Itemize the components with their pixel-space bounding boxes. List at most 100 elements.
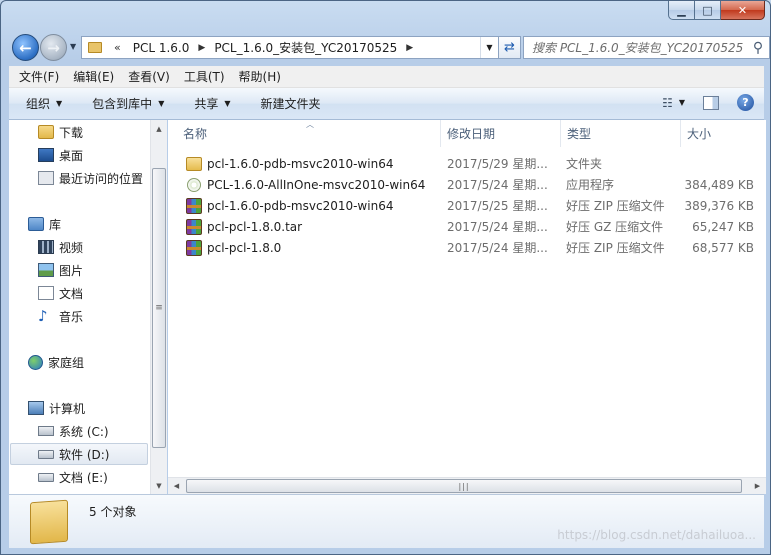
nav-item-libraries[interactable]: 库 bbox=[28, 213, 61, 235]
share-button[interactable]: 共享 ▼ bbox=[174, 95, 240, 112]
forward-button[interactable]: → bbox=[40, 34, 67, 61]
scroll-up-arrow-icon[interactable]: ▲ bbox=[151, 120, 167, 137]
nav-item-drive-c[interactable]: 系统 (C:) bbox=[38, 420, 109, 442]
nav-item-label: 库 bbox=[49, 217, 62, 232]
file-date: 2017/5/29 星期... bbox=[447, 157, 548, 171]
breadcrumb-item[interactable]: PCL_1.6.0_安装包_YC20170525 bbox=[210, 39, 401, 56]
nav-item-label: 软件 (D:) bbox=[59, 447, 110, 462]
change-view-icon[interactable]: ☷ bbox=[662, 96, 673, 110]
column-header-size[interactable]: 大小 bbox=[681, 120, 766, 147]
nav-item-label: 计算机 bbox=[49, 401, 86, 416]
file-name: pcl-pcl-1.8.0 bbox=[207, 240, 282, 255]
drive-icon bbox=[38, 449, 54, 459]
menu-file[interactable]: 文件(F) bbox=[12, 68, 66, 85]
search-input[interactable]: 搜索 PCL_1.6.0_安装包_YC20170525 bbox=[524, 39, 747, 56]
column-header-type[interactable]: 类型 bbox=[561, 120, 681, 147]
breadcrumb-overflow[interactable]: « bbox=[106, 41, 129, 54]
videos-icon bbox=[38, 240, 54, 254]
table-row[interactable]: pcl-pcl-1.8.0.tar 2017/5/24 星期... 好压 GZ … bbox=[168, 216, 766, 237]
table-row[interactable]: pcl-1.6.0-pdb-msvc2010-win64 2017/5/29 星… bbox=[168, 153, 766, 174]
new-folder-button[interactable]: 新建文件夹 bbox=[241, 95, 331, 112]
nav-item-recent-places[interactable]: 最近访问的位置 bbox=[38, 167, 143, 189]
nav-item-label: 桌面 bbox=[59, 148, 84, 163]
include-in-library-button[interactable]: 包含到库中 ▼ bbox=[72, 95, 174, 112]
maximize-button[interactable]: □ bbox=[695, 1, 721, 20]
navigation-row: ← → ▼ « PCL 1.6.0 ▶ PCL_1.6.0_安装包_YC2017… bbox=[9, 30, 770, 62]
search-icon[interactable]: ⚲ bbox=[747, 40, 769, 56]
nav-item-drive-d[interactable]: 软件 (D:) bbox=[10, 443, 148, 465]
homegroup-icon bbox=[28, 354, 43, 370]
system-drive-icon bbox=[38, 426, 54, 436]
back-button[interactable]: ← bbox=[12, 34, 39, 61]
nav-item-computer[interactable]: 计算机 bbox=[28, 397, 85, 419]
column-header-name[interactable]: 名称 bbox=[177, 120, 441, 147]
close-button[interactable]: ✕ bbox=[721, 1, 765, 20]
nav-item-label: 图片 bbox=[59, 263, 84, 278]
scrollbar-thumb[interactable]: ||| bbox=[186, 479, 742, 493]
column-header-date[interactable]: 修改日期 bbox=[441, 120, 561, 147]
table-row[interactable]: pcl-pcl-1.8.0 2017/5/24 星期... 好压 ZIP 压缩文… bbox=[168, 237, 766, 258]
address-bar[interactable]: « PCL 1.6.0 ▶ PCL_1.6.0_安装包_YC20170525 ▶… bbox=[81, 36, 521, 59]
organize-label: 组织 bbox=[26, 97, 51, 111]
chevron-down-icon: ▼ bbox=[224, 99, 231, 108]
menu-edit[interactable]: 编辑(E) bbox=[66, 68, 121, 85]
menu-help[interactable]: 帮助(H) bbox=[232, 68, 288, 85]
nav-item-pictures[interactable]: 图片 bbox=[38, 259, 83, 281]
computer-icon bbox=[28, 401, 44, 415]
forward-arrow-icon: → bbox=[47, 38, 60, 57]
minimize-button[interactable]: ▁ bbox=[668, 1, 695, 20]
nav-item-music[interactable]: ♪ 音乐 bbox=[38, 305, 83, 327]
table-row[interactable]: PCL-1.6.0-AllInOne-msvc2010-win64 2017/5… bbox=[168, 174, 766, 195]
file-size: 384,489 KB bbox=[684, 177, 754, 192]
breadcrumb-arrow-icon[interactable]: ▶ bbox=[193, 43, 210, 53]
organize-button[interactable]: 组织 ▼ bbox=[9, 95, 72, 112]
folder-icon bbox=[30, 499, 68, 545]
address-history-dropdown[interactable]: ▼ bbox=[480, 37, 498, 58]
preview-pane-icon[interactable] bbox=[703, 95, 719, 110]
documents-icon bbox=[38, 286, 54, 300]
menu-tools[interactable]: 工具(T) bbox=[177, 68, 232, 85]
recent-places-icon bbox=[38, 171, 54, 185]
archive-icon bbox=[186, 197, 202, 214]
scroll-right-arrow-icon[interactable]: ▶ bbox=[749, 478, 766, 494]
file-name-cell: PCL-1.6.0-AllInOne-msvc2010-win64 bbox=[186, 174, 440, 195]
scroll-down-arrow-icon[interactable]: ▼ bbox=[151, 477, 167, 494]
scrollbar-thumb[interactable]: ≡ bbox=[152, 168, 166, 448]
file-name-cell: pcl-1.6.0-pdb-msvc2010-win64 bbox=[186, 153, 440, 174]
file-name-cell: pcl-pcl-1.8.0 bbox=[186, 237, 440, 258]
search-box[interactable]: 搜索 PCL_1.6.0_安装包_YC20170525 ⚲ bbox=[523, 36, 770, 59]
view-controls: ☷ ▼ ? bbox=[662, 94, 754, 111]
include-library-label: 包含到库中 bbox=[92, 97, 153, 111]
archive-icon bbox=[186, 239, 202, 256]
nav-item-downloads[interactable]: 下载 bbox=[38, 121, 83, 143]
file-size: 65,247 KB bbox=[692, 219, 754, 234]
explorer-window: ▁ □ ✕ ← → ▼ « PCL 1.6.0 ▶ PCL_1.6.0_安装包_… bbox=[0, 0, 771, 555]
file-date: 2017/5/25 星期... bbox=[447, 199, 548, 213]
breadcrumb-item[interactable]: PCL 1.6.0 bbox=[129, 41, 194, 55]
file-list-horizontal-scrollbar[interactable]: ◀ ||| ▶ bbox=[168, 477, 766, 494]
menu-bar: 文件(F) 编辑(E) 查看(V) 工具(T) 帮助(H) bbox=[9, 66, 764, 88]
nav-item-documents[interactable]: 文档 bbox=[38, 282, 83, 304]
address-controls: ▼ ⇄ bbox=[480, 37, 520, 58]
nav-item-label: 音乐 bbox=[59, 309, 84, 324]
table-row[interactable]: pcl-1.6.0-pdb-msvc2010-win64 2017/5/25 星… bbox=[168, 195, 766, 216]
scroll-left-arrow-icon[interactable]: ◀ bbox=[168, 478, 185, 494]
nav-item-videos[interactable]: 视频 bbox=[38, 236, 83, 258]
navigation-pane-scrollbar[interactable]: ▲ ≡ ▼ bbox=[150, 120, 167, 494]
chevron-down-icon: ▼ bbox=[158, 99, 165, 108]
view-options-dropdown[interactable]: ▼ bbox=[679, 98, 685, 107]
help-icon[interactable]: ? bbox=[737, 94, 754, 111]
recent-pages-dropdown[interactable]: ▼ bbox=[70, 42, 76, 51]
menu-view[interactable]: 查看(V) bbox=[121, 68, 177, 85]
nav-item-desktop[interactable]: 桌面 bbox=[38, 144, 83, 166]
nav-item-homegroup[interactable]: 家庭组 bbox=[28, 351, 84, 373]
refresh-button[interactable]: ⇄ bbox=[498, 37, 520, 58]
file-date: 2017/5/24 星期... bbox=[447, 241, 548, 255]
file-date: 2017/5/24 星期... bbox=[447, 178, 548, 192]
nav-item-drive-e[interactable]: 文档 (E:) bbox=[38, 466, 108, 488]
file-type: 好压 ZIP 压缩文件 bbox=[566, 241, 665, 255]
nav-item-label: 系统 (C:) bbox=[59, 424, 109, 439]
breadcrumb-arrow-icon[interactable]: ▶ bbox=[401, 43, 418, 53]
drive-icon bbox=[38, 472, 54, 482]
file-name: pcl-pcl-1.8.0.tar bbox=[207, 219, 303, 234]
